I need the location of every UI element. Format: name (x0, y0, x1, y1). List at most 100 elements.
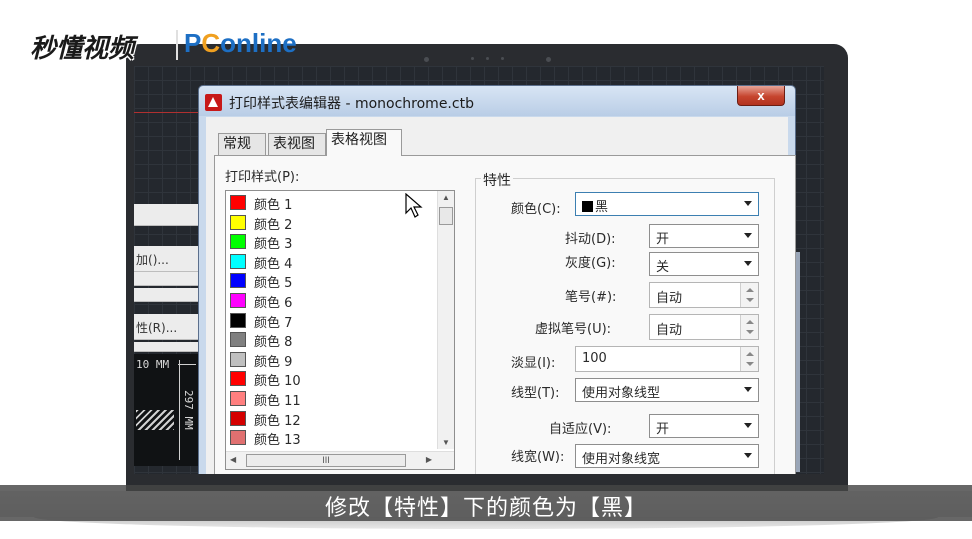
mouse-cursor-icon (405, 193, 423, 218)
screening-spinner[interactable]: 100 (575, 346, 759, 372)
list-item[interactable]: 颜色 1 (230, 193, 430, 213)
list-item[interactable]: 颜色 5 (230, 271, 430, 292)
color-swatch-icon (230, 371, 246, 387)
scroll-left-icon[interactable]: ◀ (230, 455, 236, 464)
close-button[interactable]: x (737, 86, 785, 106)
properties-group-label: 特性 (481, 170, 513, 190)
dimension-vertical: 297 MM (182, 390, 195, 430)
dialog-titlebar[interactable]: 打印样式表编辑器 - monochrome.ctb x (199, 86, 795, 116)
video-subtitle: 修改【特性】下的颜色为【黑】 (324, 496, 647, 521)
left-panel-props-label: 性(R)... (136, 321, 178, 335)
watermark-separator (176, 30, 178, 60)
color-dropdown-value: 黑 (595, 200, 609, 215)
left-panel-add-label: 加( (136, 253, 153, 267)
laptop-screen: 加()... 性(R)... 10 MM 297 MM 打印样式表编辑器 - m… (134, 66, 824, 474)
list-item-label: 颜色 13 (254, 433, 301, 449)
color-swatch-icon (230, 312, 246, 328)
left-panel-row (134, 272, 198, 286)
autocad-app-icon (205, 94, 222, 111)
pen-number-spinner[interactable]: 自动 (649, 282, 759, 308)
screening-label: 淡显(I): (511, 356, 556, 371)
dimension-horizontal: 10 MM (136, 358, 170, 371)
cad-red-line (134, 112, 204, 113)
list-item-label: 颜色 3 (254, 237, 293, 253)
camera-dot (424, 57, 429, 62)
hscroll-thumb[interactable]: III (246, 454, 406, 467)
color-swatch-icon (230, 351, 246, 367)
tab-form-view[interactable]: 表格视图 (326, 129, 402, 156)
chevron-down-icon (744, 233, 752, 238)
list-item-label: 颜色 2 (254, 217, 293, 233)
spin-arrows-icon[interactable] (740, 315, 758, 339)
linetype-dropdown-value: 使用对象线型 (582, 386, 661, 401)
list-item[interactable]: 颜色 9 (230, 350, 430, 370)
list-item[interactable]: 颜色 2 (230, 213, 430, 233)
left-panel-props-row[interactable]: 性(R)... (134, 314, 198, 340)
chevron-down-icon (744, 201, 752, 206)
plot-styles-list[interactable]: 颜色 1 颜色 2 颜色 3 颜色 4 颜色 5 颜色 6 颜色 7 颜色 8 颜色 9 颜色 1… (225, 190, 455, 470)
scroll-up-icon[interactable]: ▲ (442, 193, 450, 202)
list-item-label: 颜色 5 (254, 276, 293, 292)
lineweight-dropdown-value: 使用对象线宽 (582, 452, 661, 467)
plot-style-editor-dialog: 打印样式表编辑器 - monochrome.ctb x 常规 表视图 表格视图 … (198, 85, 796, 474)
color-swatch-icon (230, 391, 246, 406)
color-swatch-icon (230, 410, 246, 426)
dialog-title: 打印样式表编辑器 - monochrome.ctb (229, 96, 474, 112)
left-panel-row (134, 342, 198, 352)
color-swatch-icon (230, 273, 246, 289)
color-swatch-icon (230, 195, 246, 210)
tab-table-view[interactable]: 表视图 (268, 133, 326, 155)
tab-general[interactable]: 常规 (218, 133, 266, 155)
scroll-right-icon[interactable]: ▶ (426, 455, 432, 464)
color-swatch-icon (230, 332, 246, 348)
dither-dropdown-value: 开 (656, 232, 670, 247)
plot-styles-label: 打印样式(P): (225, 170, 300, 185)
list-item-label: 颜色 7 (254, 315, 293, 331)
linetype-dropdown[interactable]: 使用对象线型 (575, 378, 759, 402)
list-vertical-scrollbar[interactable]: ▲ ▼ (437, 191, 454, 449)
color-swatch-icon (230, 293, 246, 308)
grayscale-label: 灰度(G): (565, 256, 616, 271)
virtual-pen-label: 虚拟笔号(U): (535, 322, 612, 337)
list-item[interactable]: 颜色 11 (230, 389, 430, 409)
chevron-down-icon (744, 423, 752, 428)
list-item-label: 颜色 12 (254, 413, 301, 429)
color-swatch-icon (230, 430, 246, 446)
chevron-down-icon (744, 387, 752, 392)
color-label: 颜色(C): (511, 202, 561, 217)
list-item[interactable]: 颜色 12 (230, 409, 430, 429)
list-item[interactable]: 颜色 8 (230, 330, 430, 350)
virtual-pen-spinner[interactable]: 自动 (649, 314, 759, 340)
close-icon: x (757, 88, 765, 103)
left-panel-row (134, 204, 198, 226)
lineweight-label: 线宽(W): (511, 450, 565, 465)
camera-dot (471, 57, 474, 60)
list-item[interactable]: 颜色 6 (230, 291, 430, 311)
list-item-label: 颜色 6 (254, 296, 293, 311)
pen-number-value: 自动 (656, 291, 683, 306)
list-item[interactable]: 颜色 10 (230, 369, 430, 389)
left-panel-row (134, 288, 198, 302)
lineweight-dropdown[interactable]: 使用对象线宽 (575, 444, 759, 468)
list-item-label: 颜色 1 (254, 198, 293, 213)
spin-arrows-icon[interactable] (740, 347, 758, 371)
dither-dropdown[interactable]: 开 (649, 224, 759, 248)
left-panel-add-row[interactable]: 加()... (134, 246, 198, 272)
adaptive-dropdown[interactable]: 开 (649, 414, 759, 438)
list-item[interactable]: 颜色 7 (230, 311, 430, 331)
color-swatch-icon (230, 214, 246, 230)
grayscale-dropdown[interactable]: 关 (649, 252, 759, 276)
scroll-thumb[interactable] (439, 207, 453, 225)
list-item[interactable]: 颜色 4 (230, 252, 430, 272)
screening-value: 100 (582, 351, 607, 366)
list-item[interactable]: 颜色 3 (230, 232, 430, 253)
hatch-pattern (136, 410, 174, 430)
pconline-logo: PConline (184, 28, 297, 58)
list-horizontal-scrollbar[interactable]: ◀ III ▶ (226, 451, 454, 469)
scroll-down-icon[interactable]: ▼ (442, 438, 450, 447)
color-swatch-icon (230, 253, 246, 269)
color-dropdown[interactable]: 黑 (575, 192, 759, 216)
spin-arrows-icon[interactable] (740, 283, 758, 307)
list-item[interactable]: 颜色 13 (230, 428, 430, 449)
list-item-label: 颜色 4 (254, 256, 293, 272)
